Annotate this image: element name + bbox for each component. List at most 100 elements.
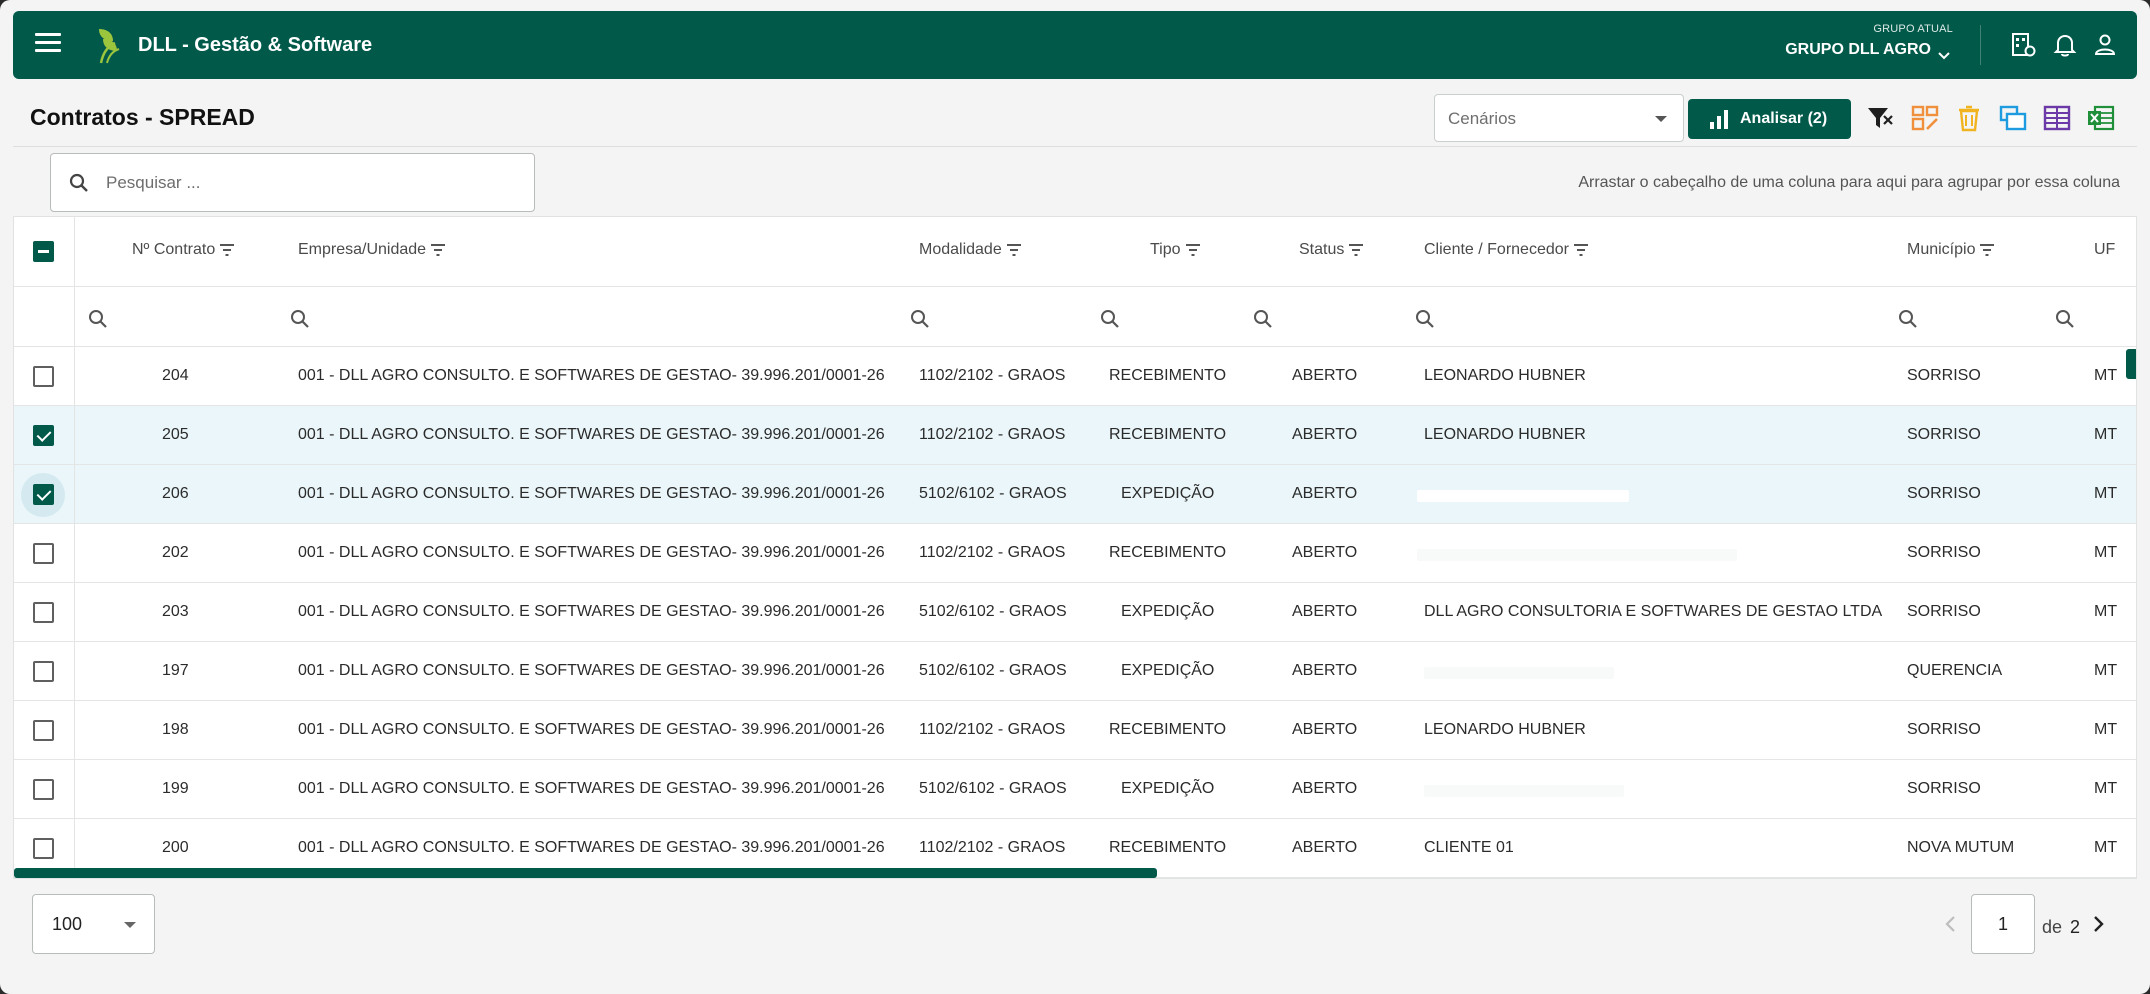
table-row[interactable]: 203 001 - DLL AGRO CONSULTO. E SOFTWARES…	[14, 583, 2136, 642]
column-header-label: Tipo	[1150, 241, 1181, 258]
search-field[interactable]	[50, 153, 535, 212]
cell-status: ABERTO	[1292, 662, 1358, 679]
column-header-city[interactable]: Município	[1907, 241, 1995, 259]
caret-down-icon	[1655, 116, 1667, 122]
cell-uf: MT	[2094, 485, 2118, 502]
row-checkbox[interactable]	[33, 838, 54, 859]
redacted-client	[1424, 667, 1614, 679]
column-filter-icon[interactable]	[1185, 243, 1201, 257]
brand-name: DLL - Gestão & Software	[138, 34, 373, 56]
column-filter-icon[interactable]	[1573, 243, 1589, 257]
cell-contract: 205	[162, 426, 189, 443]
table-row[interactable]: 205 001 - DLL AGRO CONSULTO. E SOFTWARES…	[14, 406, 2136, 465]
current-page-input[interactable]: 1	[1971, 894, 2035, 954]
table-row[interactable]: 206 001 - DLL AGRO CONSULTO. E SOFTWARES…	[14, 465, 2136, 524]
group-panel-hint[interactable]: Arrastar o cabeçalho de uma coluna para …	[1578, 174, 2120, 192]
company-settings-icon[interactable]	[2009, 31, 2037, 59]
cell-city: SORRISO	[1907, 485, 1981, 502]
table-row[interactable]: 202 001 - DLL AGRO CONSULTO. E SOFTWARES…	[14, 524, 2136, 583]
column-filter-icon[interactable]	[1006, 243, 1022, 257]
cell-type: EXPEDIÇÃO	[1121, 662, 1215, 679]
menu-icon[interactable]	[35, 33, 61, 55]
row-checkbox[interactable]	[33, 543, 54, 564]
filter-icon[interactable]	[1864, 102, 1896, 134]
column-header-type[interactable]: Tipo	[1150, 241, 1201, 259]
bell-icon[interactable]	[2051, 31, 2079, 59]
cell-city: SORRISO	[1907, 544, 1981, 561]
cell-uf: MT	[2094, 603, 2118, 620]
select-all-checkbox[interactable]	[33, 241, 54, 262]
column-header-company[interactable]: Empresa/Unidade	[298, 241, 446, 259]
table-row[interactable]: 197 001 - DLL AGRO CONSULTO. E SOFTWARES…	[14, 642, 2136, 701]
row-checkbox[interactable]	[33, 366, 54, 387]
page-size-value: 100	[52, 914, 83, 934]
cell-uf: MT	[2094, 839, 2118, 856]
column-filter-icon[interactable]	[1979, 243, 1995, 257]
group-value: GRUPO DLL AGRO	[1785, 41, 1931, 58]
cell-contract: 204	[162, 367, 189, 384]
cell-status: ABERTO	[1292, 544, 1358, 561]
column-header-client[interactable]: Cliente / Fornecedor	[1424, 241, 1589, 259]
copy-window-icon[interactable]	[1997, 102, 2029, 134]
cell-uf: MT	[2094, 721, 2118, 738]
group-selector[interactable]: GRUPO ATUAL GRUPO DLL AGRO	[1773, 23, 1953, 60]
cell-contract: 197	[162, 662, 189, 679]
row-checkbox[interactable]	[33, 779, 54, 800]
vertical-scrollbar[interactable]	[2126, 349, 2136, 379]
horizontal-scrollbar[interactable]	[14, 868, 1157, 878]
row-checkbox[interactable]	[33, 425, 54, 446]
search-icon[interactable]	[1415, 309, 1435, 329]
row-checkbox[interactable]	[33, 661, 54, 682]
table-row[interactable]: 204 001 - DLL AGRO CONSULTO. E SOFTWARES…	[14, 347, 2136, 406]
chevron-left-icon[interactable]	[1943, 914, 1959, 934]
column-filter-icon[interactable]	[1348, 243, 1364, 257]
column-header-modality[interactable]: Modalidade	[919, 241, 1022, 259]
search-icon[interactable]	[910, 309, 930, 329]
divider	[1980, 25, 1981, 65]
cell-company: 001 - DLL AGRO CONSULTO. E SOFTWARES DE …	[298, 426, 885, 443]
search-icon[interactable]	[1898, 309, 1918, 329]
cell-type: RECEBIMENTO	[1109, 544, 1227, 561]
search-input[interactable]	[106, 168, 516, 198]
cell-modality: 1102/2102 - GRAOS	[919, 544, 1066, 561]
row-checkbox[interactable]	[33, 720, 54, 741]
scenarios-dropdown[interactable]: Cenários	[1434, 94, 1684, 142]
table-row[interactable]: 199 001 - DLL AGRO CONSULTO. E SOFTWARES…	[14, 760, 2136, 819]
row-checkbox[interactable]	[33, 484, 54, 505]
column-filter-icon[interactable]	[219, 243, 235, 257]
columns-icon[interactable]	[2041, 102, 2073, 134]
search-icon[interactable]	[2055, 309, 2075, 329]
delete-icon[interactable]	[1953, 102, 1985, 134]
cell-client: DLL AGRO CONSULTORIA E SOFTWARES DE GEST…	[1424, 603, 1883, 620]
search-icon[interactable]	[290, 309, 310, 329]
cell-status: ABERTO	[1292, 603, 1358, 620]
search-icon[interactable]	[1100, 309, 1120, 329]
redacted-client	[1417, 490, 1629, 502]
column-header-label: Status	[1299, 241, 1345, 258]
column-header-label: Cliente / Fornecedor	[1424, 241, 1569, 258]
cell-city: SORRISO	[1907, 780, 1981, 797]
cell-contract: 200	[162, 839, 189, 856]
cell-city: SORRISO	[1907, 367, 1981, 384]
column-filter-icon[interactable]	[430, 243, 446, 257]
layout-edit-icon[interactable]	[1909, 102, 1941, 134]
redacted-client	[1424, 785, 1624, 797]
row-checkbox[interactable]	[33, 602, 54, 623]
column-header-contract[interactable]: Nº Contrato	[132, 241, 235, 259]
column-header-uf[interactable]: UF	[2094, 241, 2115, 259]
column-header-status[interactable]: Status	[1299, 241, 1364, 259]
top-bar: DLL - Gestão & Software GRUPO ATUAL GRUP…	[13, 11, 2137, 79]
page-size-select[interactable]: 100	[32, 894, 155, 954]
cell-modality: 5102/6102 - GRAOS	[919, 662, 1067, 679]
app-window: DLL - Gestão & Software GRUPO ATUAL GRUP…	[0, 0, 2150, 994]
chevron-right-icon[interactable]	[2090, 914, 2106, 934]
table-row[interactable]: 198 001 - DLL AGRO CONSULTO. E SOFTWARES…	[14, 701, 2136, 760]
excel-export-icon[interactable]	[2085, 102, 2117, 134]
analyze-button[interactable]: Analisar (2)	[1688, 99, 1851, 139]
search-icon[interactable]	[1253, 309, 1273, 329]
search-icon[interactable]	[88, 309, 108, 329]
cell-type: EXPEDIÇÃO	[1121, 603, 1215, 620]
user-icon[interactable]	[2091, 31, 2119, 59]
cell-company: 001 - DLL AGRO CONSULTO. E SOFTWARES DE …	[298, 780, 885, 797]
cell-type: RECEBIMENTO	[1109, 721, 1227, 738]
